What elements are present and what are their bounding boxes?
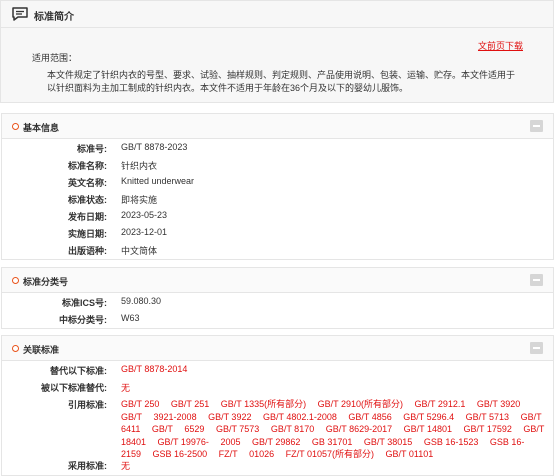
info-row: 替代以下标准: GB/T 8878-2014 [2, 361, 553, 378]
intro-title: 标准简介 [34, 12, 74, 23]
cited-standard-link[interactable]: GB/T 8629-2017 [326, 424, 392, 434]
basic-info-header: 基本信息 [2, 114, 553, 139]
info-row: 引用标准: GB/T 250 GB/T 251 GB/T 1335(所有部分) … [2, 395, 553, 459]
info-row: 被以下标准替代: 无 [2, 378, 553, 395]
collapse-button[interactable] [530, 120, 543, 132]
cited-standard-link[interactable]: GB/T 2912.1 [415, 399, 466, 409]
bullet-icon [12, 123, 19, 130]
scope-text: 本文件规定了针织内衣的号型、要求、试验、抽样规则、判定规则、产品使用说明、包装、… [47, 70, 516, 93]
info-value: 59.080.30 [121, 296, 162, 306]
collapse-button[interactable] [530, 274, 543, 286]
related-standards-panel: 关联标准 替代以下标准: GB/T 8878-2014 被以下标准替代: 无 引… [1, 335, 554, 476]
cited-standard-link[interactable]: GB/T 38015 [364, 437, 412, 447]
info-row: 标准名称: 针织内衣 [2, 156, 553, 173]
cited-standard-link[interactable]: GB/T 8170 [271, 424, 314, 434]
scope-label: 适用范围： [32, 53, 78, 63]
classification-title: 标准分类号 [23, 277, 69, 287]
cited-standard-link[interactable]: GB/T 3922 [208, 412, 251, 422]
intro-header: 标准简介 [1, 1, 553, 28]
info-value: 2023-12-01 [121, 227, 168, 237]
info-label: 标准状态: [68, 195, 107, 205]
adopts-value: 无 [121, 461, 131, 471]
collapse-button[interactable] [530, 342, 543, 354]
info-value: Knitted underwear [121, 176, 195, 186]
cited-standard-link[interactable]: GB/T [121, 412, 142, 422]
cited-standard-link[interactable]: GB/T 17592 [464, 424, 512, 434]
cited-standard-link[interactable]: GB/T 4802.1-2008 [263, 412, 337, 422]
classification-panel: 标准分类号 标准ICS号: 59.080.30 中标分类号: W63 [1, 267, 554, 329]
info-label: 标准ICS号: [61, 298, 107, 308]
info-row: 中标分类号: W63 [2, 310, 553, 327]
comment-icon [12, 7, 28, 21]
info-row: 标准ICS号: 59.080.30 [2, 293, 553, 310]
info-value: 2023-05-23 [121, 210, 168, 220]
basic-info-title: 基本信息 [23, 123, 60, 133]
cited-standard-link[interactable]: GB/T 5296.4 [403, 412, 454, 422]
replaced-by-value: 无 [121, 383, 131, 393]
info-label: 标准名称: [68, 161, 107, 171]
cited-standard-link[interactable]: GB 31701 [312, 437, 353, 447]
cited-standard-link[interactable]: GB/T 29862 [252, 437, 300, 447]
cited-standard-link[interactable]: GB/T 4856 [348, 412, 391, 422]
info-label: 发布日期: [68, 212, 107, 222]
cited-standard-link[interactable]: GSB 16-1523 [424, 437, 479, 447]
info-row: 发布日期: 2023-05-23 [2, 207, 553, 224]
cited-standard-link[interactable]: GB/T 250 [121, 399, 159, 409]
related-title: 关联标准 [23, 345, 60, 355]
replaced-by-label: 被以下标准替代: [41, 383, 107, 393]
info-row: 标准状态: 即将实施 [2, 190, 553, 207]
info-value: W63 [121, 313, 140, 323]
cited-standard-link[interactable]: GB/T 5713 [466, 412, 509, 422]
cited-standard-link[interactable]: GB/T [152, 424, 173, 434]
info-value: 中文简体 [121, 246, 158, 256]
info-row: 采用标准: 无 [2, 456, 553, 473]
info-label: 出版语种: [68, 246, 107, 256]
cited-standard-link[interactable]: GB/T 2910(所有部分) [318, 399, 403, 409]
info-value: 针织内衣 [121, 161, 158, 171]
cited-standard-link[interactable]: GB/T 19976- [158, 437, 209, 447]
cited-standard-link[interactable]: GB/T 251 [171, 399, 209, 409]
replaces-label: 替代以下标准: [50, 366, 107, 376]
cited-standards-list: GB/T 250 GB/T 251 GB/T 1335(所有部分) GB/T 2… [121, 398, 545, 461]
info-value: GB/T 8878-2023 [121, 142, 188, 152]
replaces-link[interactable]: GB/T 8878-2014 [121, 364, 187, 374]
cited-standard-link[interactable]: GB/T 3920 [477, 399, 520, 409]
classification-header: 标准分类号 [2, 268, 553, 293]
cited-standard-link[interactable]: 2005 [220, 437, 240, 447]
info-label: 实施日期: [68, 229, 107, 239]
bullet-icon [12, 277, 19, 284]
info-row: 英文名称: Knitted underwear [2, 173, 553, 190]
info-value: 即将实施 [121, 195, 158, 205]
cited-standard-link[interactable]: GB/T 1335(所有部分) [221, 399, 306, 409]
info-row: 出版语种: 中文简体 [2, 241, 553, 258]
bullet-icon [12, 345, 19, 352]
info-label: 英文名称: [68, 178, 107, 188]
related-header: 关联标准 [2, 336, 553, 361]
cited-standard-link[interactable]: GB/T 14801 [404, 424, 452, 434]
cited-standard-link[interactable]: 3921-2008 [154, 412, 197, 422]
info-label: 中标分类号: [59, 315, 107, 325]
cited-standard-link[interactable]: GB/T 7573 [216, 424, 259, 434]
info-row: 实施日期: 2023-12-01 [2, 224, 553, 241]
basic-info-panel: 基本信息 标准号: GB/T 8878-2023 标准名称: 针织内衣 英文名称… [1, 113, 554, 260]
cites-label: 引用标准: [68, 400, 107, 410]
cited-standard-link[interactable]: 6529 [184, 424, 204, 434]
info-label: 标准号: [77, 144, 107, 154]
adopts-label: 采用标准: [68, 461, 107, 471]
info-row: 标准号: GB/T 8878-2023 [2, 139, 553, 156]
intro-section: 标准简介 文前页下载 适用范围： 本文件规定了针织内衣的号型、要求、试验、抽样规… [0, 0, 554, 103]
preview-download-link[interactable]: 文前页下载 [478, 39, 523, 52]
